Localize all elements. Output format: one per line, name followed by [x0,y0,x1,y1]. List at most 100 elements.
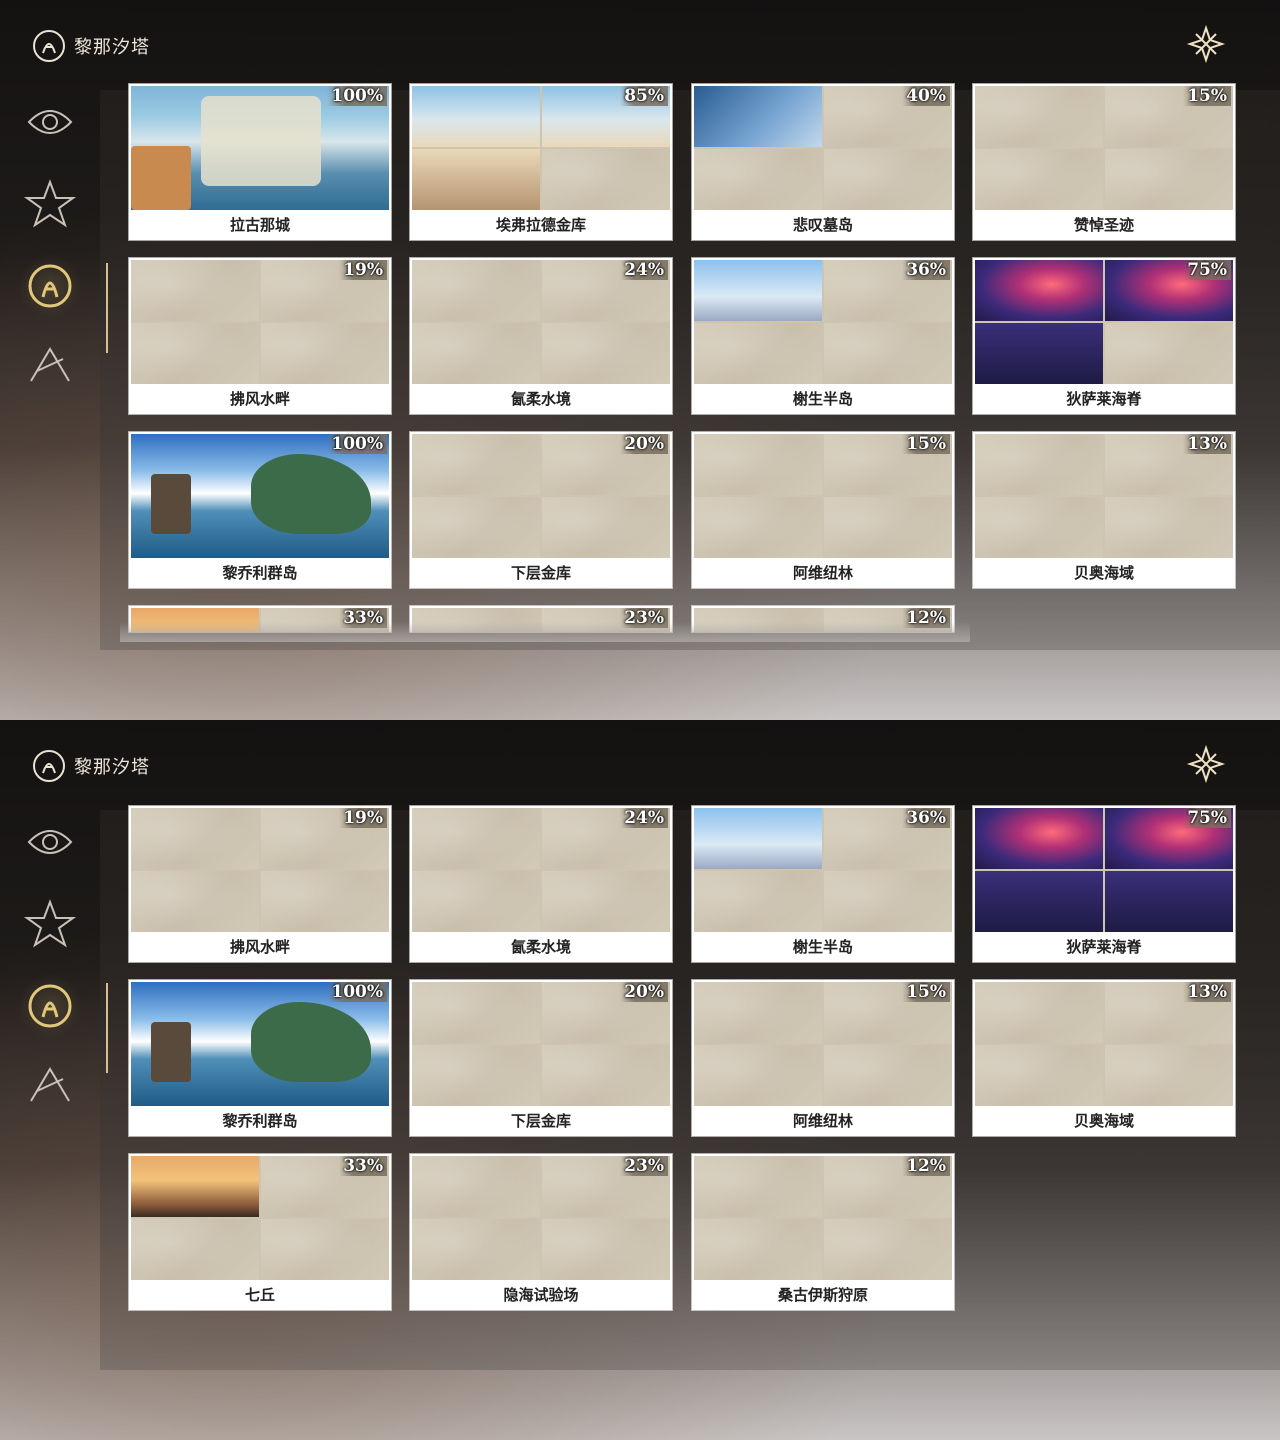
completion-percent: 75% [1183,260,1231,280]
region-name: 榭生半岛 [792,938,853,956]
crest-icon [27,110,73,134]
sidebar-active-indicator [106,983,108,1073]
sidebar-item-region-4[interactable] [18,336,82,400]
region-card-lagunacity[interactable]: 100% 拉古那城 [129,84,391,240]
completion-percent: 15% [902,982,950,1002]
region-card-archipelago[interactable]: 100% 黎乔利群岛 [129,432,391,588]
star-emblem-icon [23,179,77,228]
tower-emblem-icon [28,264,72,308]
sidebar-active-indicator [106,263,108,353]
sidebar-item-region-1[interactable] [18,90,82,154]
region-card-peninsula[interactable]: 36% 榭生半岛 [692,258,954,414]
completion-percent: 24% [620,260,668,280]
region-name: 拂风水畔 [229,938,290,956]
completion-percent: 85% [620,86,668,106]
close-icon[interactable] [1186,24,1226,64]
completion-percent: 23% [620,1156,668,1176]
region-name: 下层金库 [510,1112,571,1130]
crest-icon [27,830,73,854]
region-card-beo-sea[interactable]: 13% 贝奥海域 [973,980,1235,1136]
region-card-lament-tomb-isle[interactable]: 40% 悲叹墓岛 [692,84,954,240]
region-name: 赞悼圣迹 [1073,216,1134,234]
sidebar-item-region-1[interactable] [18,810,82,874]
region-name: 贝奥海域 [1073,1112,1134,1130]
completion-percent: 19% [339,260,387,280]
completion-percent: 33% [339,1156,387,1176]
close-icon[interactable] [1186,744,1226,784]
region-name: 拉古那城 [229,216,290,234]
header: 黎那汐塔 [32,748,150,784]
header: 黎那汐塔 [32,28,150,64]
map-panel-bottom: 黎那汐塔 19% 拂风水畔 24% 氤柔水境 36% 榭生半岛 75% 狄萨莱海… [0,720,1280,1440]
region-name: 悲叹墓岛 [792,216,853,234]
region-name: 狄萨莱海脊 [1066,390,1142,408]
region-name: 氤柔水境 [510,390,571,408]
sidebar-item-region-2[interactable] [18,892,82,956]
completion-percent: 36% [902,260,950,280]
region-name: 狄萨莱海脊 [1066,938,1142,956]
region-card-windshore[interactable]: 19% 拂风水畔 [129,806,391,962]
region-card-hidden-sea-testing[interactable]: 23% 隐海试验场 [410,1154,672,1310]
region-card-lower-vault[interactable]: 20% 下层金库 [410,432,672,588]
sidebar [18,810,88,1138]
sidebar-item-region-4[interactable] [18,1056,82,1120]
region-card-archipelago[interactable]: 100% 黎乔利群岛 [129,980,391,1136]
region-card-sea-ridge[interactable]: 75% 狄萨莱海脊 [973,258,1235,414]
region-name: 隐海试验场 [503,1286,579,1304]
region-card-avenulin[interactable]: 15% 阿维纽林 [692,432,954,588]
completion-percent: 12% [902,1156,950,1176]
completion-percent: 13% [1183,434,1231,454]
region-card-lower-vault[interactable]: 20% 下层金库 [410,980,672,1136]
region-card-peninsula[interactable]: 36% 榭生半岛 [692,806,954,962]
region-card-soft-water[interactable]: 24% 氤柔水境 [410,806,672,962]
tower-emblem-icon [28,984,72,1028]
region-card-hunting-plain[interactable]: 12% 桑古伊斯狩原 [692,1154,954,1310]
completion-percent: 100% [327,982,387,1002]
region-name: 阿维纽林 [792,564,853,582]
region-name: 阿维纽林 [792,1112,853,1130]
completion-percent: 24% [620,808,668,828]
region-card-soft-water[interactable]: 24% 氤柔水境 [410,258,672,414]
completion-percent: 40% [902,86,950,106]
wing-emblem-icon [30,347,70,382]
completion-percent: 100% [327,86,387,106]
region-card-sacred-ruins[interactable]: 15% 赞悼圣迹 [973,84,1235,240]
region-name: 埃弗拉德金库 [495,216,586,234]
region-card-beo-sea[interactable]: 13% 贝奥海域 [973,432,1235,588]
region-card-seven-hills[interactable]: 33% 七丘 [129,1154,391,1310]
star-emblem-icon [23,899,77,948]
completion-percent: 19% [339,808,387,828]
region-name: 黎乔利群岛 [222,564,298,582]
completion-percent: 15% [1183,86,1231,106]
page-title: 黎那汐塔 [74,757,150,778]
sidebar-item-region-3[interactable] [18,254,82,318]
region-card-evrard-vault[interactable]: 85% 埃弗拉德金库 [410,84,672,240]
sidebar-item-region-3[interactable] [18,974,82,1038]
region-card-avenulin[interactable]: 15% 阿维纽林 [692,980,954,1136]
region-logo-icon [33,30,65,62]
sidebar [18,90,88,418]
completion-percent: 20% [620,982,668,1002]
completion-percent: 20% [620,434,668,454]
sidebar-item-region-2[interactable] [18,172,82,236]
region-name: 下层金库 [510,564,571,582]
region-name: 榭生半岛 [792,390,853,408]
map-panel-top: 黎那汐塔 100% 拉古那城 85% 埃弗拉德金库 40% 悲叹墓岛 15% 赞… [0,0,1280,720]
completion-percent: 75% [1183,808,1231,828]
region-name: 七丘 [244,1286,275,1304]
completion-percent: 100% [327,434,387,454]
region-name: 氤柔水境 [510,938,571,956]
page-title: 黎那汐塔 [74,37,150,58]
region-logo-icon [33,750,65,782]
wing-emblem-icon [30,1067,70,1102]
completion-percent: 36% [902,808,950,828]
region-name: 黎乔利群岛 [222,1112,298,1130]
region-name: 贝奥海域 [1073,564,1134,582]
region-card-windshore[interactable]: 19% 拂风水畔 [129,258,391,414]
completion-percent: 15% [902,434,950,454]
completion-percent: 13% [1183,982,1231,1002]
region-name: 拂风水畔 [229,390,290,408]
scroll-fade [120,622,970,642]
region-card-sea-ridge[interactable]: 75% 狄萨莱海脊 [973,806,1235,962]
region-name: 桑古伊斯狩原 [777,1286,868,1304]
